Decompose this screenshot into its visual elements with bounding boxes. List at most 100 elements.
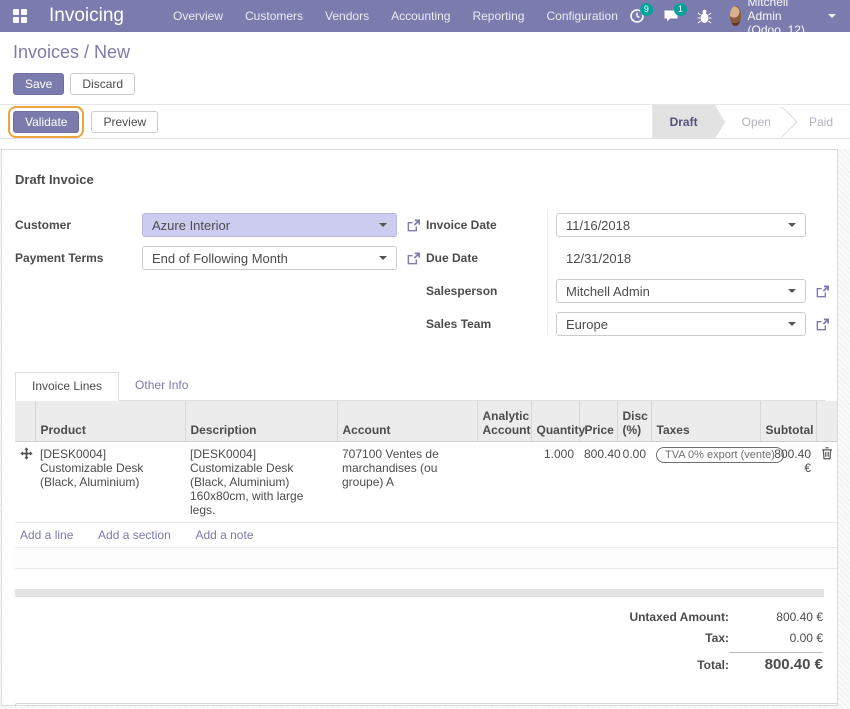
statusbar: Validate Preview Draft Open Paid (0, 104, 850, 139)
add-row: Add a line Add a section Add a note (15, 522, 838, 547)
field-group: Customer Azure Interior Payment Terms En… (15, 213, 837, 345)
discount-cell[interactable]: 0.00 (617, 441, 651, 522)
control-panel: Invoices / New Save Discard (0, 32, 850, 104)
invoice-date-field[interactable]: 11/16/2018 (556, 213, 806, 237)
tab-invoice-lines[interactable]: Invoice Lines (15, 372, 119, 401)
due-date-value: 12/31/2018 (556, 251, 631, 266)
nav-item-accounting[interactable]: Accounting (380, 0, 461, 32)
app-brand[interactable]: Invoicing (49, 5, 124, 27)
description-cell[interactable]: [DESK0004] Customizable Desk (Black, Alu… (185, 441, 337, 522)
due-date-label: Due Date (426, 251, 556, 265)
nav-item-customers[interactable]: Customers (234, 0, 314, 32)
salesperson-external-link-icon[interactable] (815, 284, 830, 299)
status-step-draft[interactable]: Draft (653, 105, 715, 138)
untaxed-amount: 800.40 € (729, 610, 823, 624)
chevron-down-icon (788, 223, 796, 227)
add-a-section-link[interactable]: Add a section (98, 528, 171, 542)
header-analytic-account[interactable]: Analytic Account (477, 401, 531, 441)
user-name: Mitchell Admin (Odoo_12) (748, 0, 822, 37)
invoice-sheet: Draft Invoice Customer Azure Interior Pa… (1, 149, 838, 706)
add-a-line-link[interactable]: Add a line (20, 528, 73, 542)
payment-terms-external-link-icon[interactable] (406, 251, 421, 266)
systray: 9 1 Mitchell Admin (Odoo_12) (629, 0, 850, 37)
sales-team-external-link-icon[interactable] (815, 317, 830, 332)
group-right: Invoice Date 11/16/2018 Due Date 12/31/2… (426, 213, 837, 345)
payment-terms-label: Payment Terms (15, 251, 142, 265)
header-product[interactable]: Product (35, 401, 185, 441)
preview-button[interactable]: Preview (91, 111, 158, 133)
account-cell[interactable]: 707100 Ventes de marchandises (ou groupe… (337, 441, 477, 522)
nav-item-vendors[interactable]: Vendors (314, 0, 380, 32)
tax-amount: 0.00 € (729, 631, 823, 645)
header-taxes[interactable]: Taxes (651, 401, 760, 441)
add-a-note-link[interactable]: Add a note (195, 528, 253, 542)
header-price[interactable]: Price (579, 401, 617, 441)
validate-annotation: Validate (13, 111, 79, 133)
message-count-badge: 1 (674, 3, 687, 16)
terms-textarea[interactable] (15, 703, 838, 707)
salesperson-label: Salesperson (426, 284, 556, 298)
chevron-down-icon (788, 322, 796, 326)
customer-external-link-icon[interactable] (406, 218, 421, 233)
salesperson-row: Salesperson Mitchell Admin (426, 279, 837, 303)
total-label: Total: (697, 658, 729, 672)
header-discount[interactable]: Disc (%) (617, 401, 651, 441)
price-cell[interactable]: 800.40 (579, 441, 617, 522)
delete-row-cell[interactable] (816, 441, 838, 522)
product-cell[interactable]: [DESK0004] Customizable Desk (Black, Alu… (35, 441, 185, 522)
form-title: Draft Invoice (15, 172, 837, 187)
header-description[interactable]: Description (185, 401, 337, 441)
main-navbar: Invoicing Overview Customers Vendors Acc… (0, 0, 850, 32)
invoice-line-row[interactable]: [DESK0004] Customizable Desk (Black, Alu… (15, 441, 838, 522)
taxes-badge[interactable]: TVA 0% export (vente) (656, 447, 784, 463)
customer-field[interactable]: Azure Interior (142, 213, 397, 237)
total-row: Total: 800.40 € (697, 652, 823, 673)
activities-clock-icon[interactable]: 9 (629, 8, 645, 24)
tab-other-info[interactable]: Other Info (119, 372, 204, 401)
header-account[interactable]: Account (337, 401, 477, 441)
salesperson-field[interactable]: Mitchell Admin (556, 279, 806, 303)
chevron-down-icon (379, 223, 387, 227)
breadcrumb[interactable]: Invoices / New (13, 42, 837, 63)
header-delete (816, 401, 838, 441)
analytic-account-cell[interactable] (477, 441, 531, 522)
form-background: Draft Invoice Customer Azure Interior Pa… (0, 149, 850, 709)
header-subtotal[interactable]: Subtotal (760, 401, 816, 441)
sales-team-field[interactable]: Europe (556, 312, 806, 336)
header-quantity[interactable]: Quantity (531, 401, 579, 441)
quantity-cell[interactable]: 1.000 (531, 441, 579, 522)
trash-icon (821, 447, 833, 460)
payment-terms-row: Payment Terms End of Following Month (15, 246, 426, 270)
save-button[interactable]: Save (13, 73, 64, 95)
user-menu[interactable]: Mitchell Admin (Odoo_12) (730, 0, 836, 37)
validate-button[interactable]: Validate (13, 111, 79, 133)
invoice-date-row: Invoice Date 11/16/2018 (426, 213, 837, 237)
bug-icon[interactable] (697, 8, 712, 24)
nav-item-overview[interactable]: Overview (162, 0, 234, 32)
horizontal-scrollbar[interactable] (15, 589, 824, 597)
invoice-lines-table: Product Description Account Analytic Acc… (15, 401, 838, 569)
sales-team-row: Sales Team Europe (426, 312, 837, 336)
status-step-paid[interactable]: Paid (782, 105, 850, 138)
taxes-cell: TVA 0% export (vente) (651, 441, 760, 522)
payment-terms-field[interactable]: End of Following Month (142, 246, 397, 270)
main-menu: Overview Customers Vendors Accounting Re… (162, 0, 629, 32)
untaxed-label: Untaxed Amount: (629, 610, 729, 624)
drag-handle-cell[interactable] (15, 441, 35, 522)
chevron-down-icon (788, 289, 796, 293)
tax-row: Tax: 0.00 € (705, 631, 823, 645)
empty-line-row[interactable] (15, 547, 838, 568)
nav-item-reporting[interactable]: Reporting (461, 0, 535, 32)
due-date-row: Due Date 12/31/2018 (426, 246, 837, 270)
chevron-down-icon (379, 256, 387, 260)
table-header-row: Product Description Account Analytic Acc… (15, 401, 838, 441)
messages-bubble-icon[interactable]: 1 (663, 8, 679, 24)
totals-block: Untaxed Amount: 800.40 € Tax: 0.00 € Tot… (2, 610, 837, 680)
sales-team-label: Sales Team (426, 317, 556, 331)
form-buttons: Save Discard (13, 63, 837, 104)
nav-item-configuration[interactable]: Configuration (535, 0, 628, 32)
discard-button[interactable]: Discard (70, 73, 135, 95)
customer-label: Customer (15, 218, 142, 232)
apps-menu-icon[interactable] (13, 9, 27, 23)
drag-handle-icon (20, 447, 33, 460)
